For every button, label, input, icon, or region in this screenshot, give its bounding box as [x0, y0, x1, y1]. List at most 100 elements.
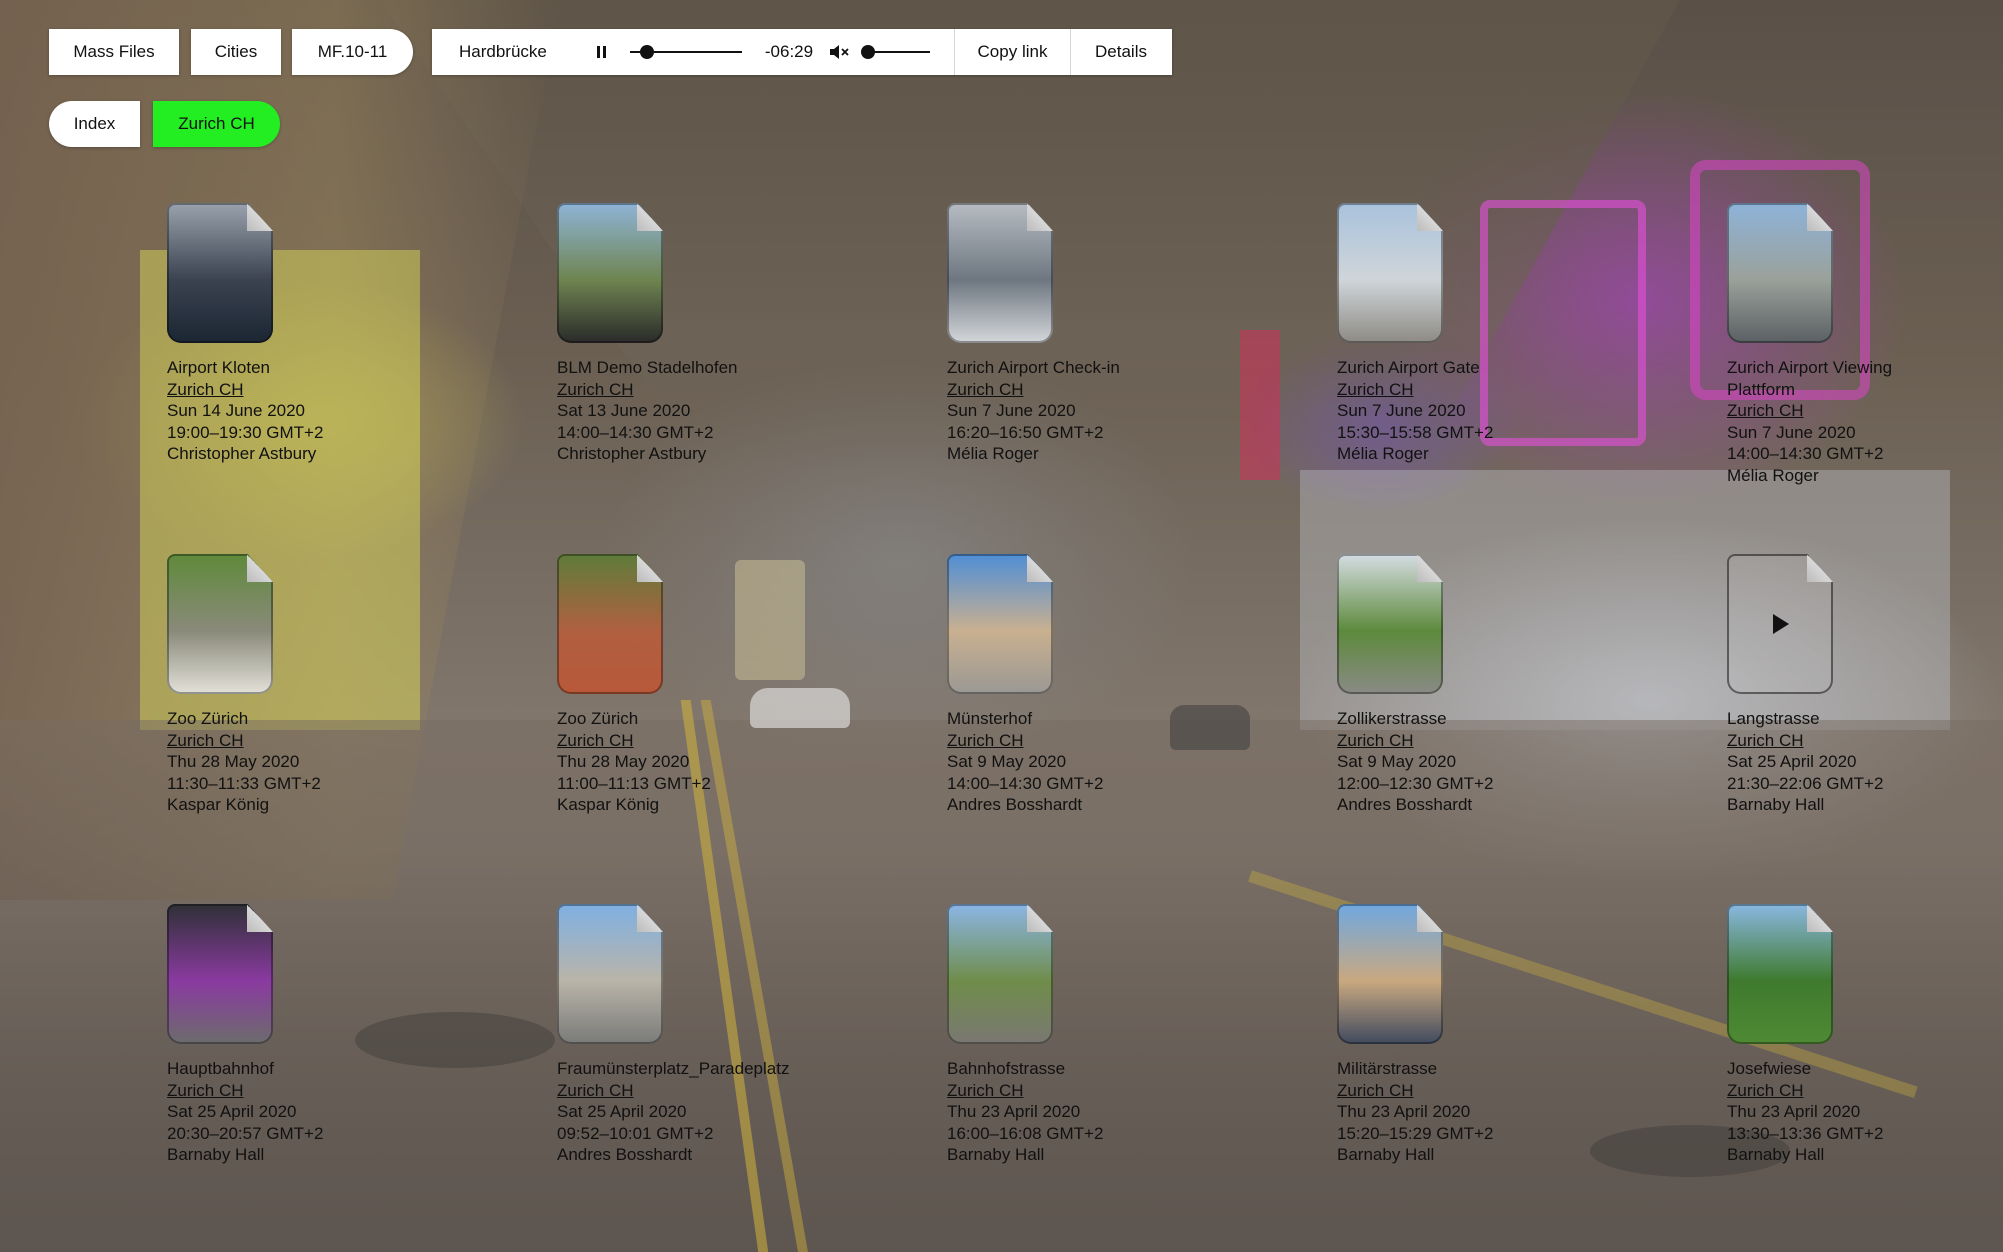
file-thumbnail[interactable] — [1337, 203, 1443, 343]
details-button[interactable]: Details — [1071, 29, 1171, 75]
collection-button[interactable]: MF.10-11 — [292, 29, 413, 75]
file-item[interactable]: Fraumünsterplatz_Paradeplatz Zurich CH Sat… — [557, 904, 857, 1166]
file-item[interactable]: Hauptbahnhof Zurich CH Sat 25 April 2020 20… — [167, 904, 467, 1166]
file-thumbnail[interactable] — [947, 904, 1053, 1044]
file-item[interactable]: Zurich Airport Viewing Plattform Zurich C… — [1727, 203, 2003, 486]
file-date: Sun 7 June 2020 — [947, 401, 1076, 420]
file-date: Thu 23 April 2020 — [1727, 1102, 1861, 1121]
file-item[interactable]: Zoo Zürich Zurich CH Thu 28 May 2020 11:30–… — [167, 554, 467, 816]
file-time: 15:30–15:58 GMT+2 — [1337, 422, 1494, 442]
file-item[interactable]: Münsterhof Zurich CH Sat 9 May 2020 14:00–1… — [947, 554, 1247, 816]
file-place-link[interactable]: Zurich CH — [557, 1080, 857, 1102]
city-filter-label: Zurich CH — [178, 114, 255, 133]
file-author: Barnaby Hall — [1727, 1145, 1825, 1164]
file-author: Christopher Astbury — [167, 444, 317, 463]
seek-handle[interactable] — [639, 45, 654, 59]
file-date: Sun 7 June 2020 — [1727, 422, 1856, 442]
time-remaining: -06:29 — [764, 42, 814, 61]
file-metadata: Münsterhof Zurich CH Sat 9 May 2020 14:00–1… — [947, 708, 1247, 816]
seek-slider[interactable] — [630, 29, 742, 75]
file-item[interactable]: Zoo Zürich Zurich CH Thu 28 May 2020 11:00–… — [557, 554, 857, 816]
file-author: Barnaby Hall — [1727, 795, 1825, 814]
file-metadata: Zurich Airport Viewing Plattform Zurich C… — [1727, 357, 2003, 486]
file-place-link[interactable]: Zurich CH — [1337, 730, 1637, 752]
file-thumbnail[interactable] — [1727, 203, 1833, 343]
file-date: Sat 9 May 2020 — [947, 752, 1067, 771]
file-date: Sat 25 April 2020 — [557, 1102, 687, 1121]
file-place-link[interactable]: Zurich CH — [947, 730, 1247, 752]
file-date: Sun 7 June 2020 — [1337, 401, 1466, 420]
file-time: 21:30–22:06 GMT+2 — [1727, 773, 1884, 793]
file-item[interactable]: Militärstrasse Zurich CH Thu 23 April 2020… — [1337, 904, 1637, 1166]
file-place-link[interactable]: Zurich CH — [1727, 730, 2003, 752]
file-thumbnail[interactable] — [557, 203, 663, 343]
file-thumbnail[interactable] — [1727, 554, 1833, 694]
mute-icon[interactable] — [824, 29, 856, 75]
file-item[interactable]: Zurich Airport Check-in Zurich CH Sun 7 Ju… — [947, 203, 1247, 465]
file-place-link[interactable]: Zurich CH — [1337, 379, 1637, 401]
play-icon[interactable] — [1773, 614, 1789, 634]
file-time: 09:52–10:01 GMT+2 — [557, 1123, 714, 1143]
file-thumbnail[interactable] — [947, 554, 1053, 694]
file-item[interactable]: Langstrasse Zurich CH Sat 25 April 2020 21:… — [1727, 554, 2003, 816]
file-place-link[interactable]: Zurich CH — [167, 379, 467, 401]
city-filter-tag[interactable]: Zurich CH — [153, 101, 280, 147]
file-thumbnail[interactable] — [167, 904, 273, 1044]
file-item[interactable]: Zollikerstrasse Zurich CH Sat 9 May 2020 12… — [1337, 554, 1637, 816]
file-author: Barnaby Hall — [167, 1145, 265, 1164]
pause-icon[interactable] — [584, 29, 618, 75]
volume-slider[interactable] — [861, 29, 930, 75]
index-label: Index — [73, 114, 116, 133]
file-metadata: Bahnhofstrasse Zurich CH Thu 23 April 2020… — [947, 1058, 1247, 1166]
file-place-link[interactable]: Zurich CH — [947, 379, 1247, 401]
file-item[interactable]: BLM Demo Stadelhofen Zurich CH Sat 13 June… — [557, 203, 857, 465]
file-thumbnail[interactable] — [167, 554, 273, 694]
index-button[interactable]: Index — [49, 101, 140, 147]
file-place-link[interactable]: Zurich CH — [1337, 1080, 1637, 1102]
audio-player: Hardbrücke -06:29 Copy link Details — [432, 29, 1172, 75]
file-place-link[interactable]: Zurich CH — [1727, 400, 2003, 422]
file-date: Sun 14 June 2020 — [167, 401, 306, 420]
file-place-link[interactable]: Zurich CH — [947, 1080, 1247, 1102]
file-title: BLM Demo Stadelhofen — [557, 358, 738, 377]
file-place-link[interactable]: Zurich CH — [557, 379, 857, 401]
file-metadata: Fraumünsterplatz_Paradeplatz Zurich CH Sat… — [557, 1058, 857, 1166]
file-time: 19:00–19:30 GMT+2 — [167, 422, 324, 442]
file-date: Sat 9 May 2020 — [1337, 752, 1457, 771]
file-item[interactable]: Airport Kloten Zurich CH Sun 14 June 2020 1… — [167, 203, 467, 465]
copy-link-button[interactable]: Copy link — [955, 29, 1070, 75]
mass-files-button[interactable]: Mass Files — [49, 29, 179, 75]
file-time: 12:00–12:30 GMT+2 — [1337, 773, 1494, 793]
file-time: 20:30–20:57 GMT+2 — [167, 1123, 324, 1143]
file-item[interactable]: Zurich Airport Gate Zurich CH Sun 7 June 2… — [1337, 203, 1637, 465]
file-place-link[interactable]: Zurich CH — [167, 1080, 467, 1102]
file-title: Münsterhof — [947, 709, 1033, 728]
mass-files-label: Mass Files — [73, 42, 155, 61]
file-thumbnail[interactable] — [167, 203, 273, 343]
file-item[interactable]: Bahnhofstrasse Zurich CH Thu 23 April 2020… — [947, 904, 1247, 1166]
file-thumbnail[interactable] — [557, 554, 663, 694]
file-author: Andres Bosshardt — [1337, 795, 1473, 814]
file-title: Fraumünsterplatz_Paradeplatz — [557, 1059, 790, 1078]
volume-track — [868, 51, 930, 53]
file-thumbnail[interactable] — [947, 203, 1053, 343]
file-thumbnail[interactable] — [1727, 904, 1833, 1044]
file-place-link[interactable]: Zurich CH — [1727, 1080, 2003, 1102]
volume-handle[interactable] — [861, 45, 875, 59]
file-thumbnail[interactable] — [1337, 554, 1443, 694]
cities-button[interactable]: Cities — [191, 29, 281, 75]
file-time: 16:20–16:50 GMT+2 — [947, 422, 1104, 442]
file-author: Mélia Roger — [1337, 444, 1429, 463]
file-metadata: Zurich Airport Check-in Zurich CH Sun 7 Ju… — [947, 357, 1247, 465]
file-date: Thu 28 May 2020 — [167, 752, 300, 771]
file-place-link[interactable]: Zurich CH — [557, 730, 857, 752]
file-date: Sat 25 April 2020 — [167, 1102, 297, 1121]
file-date: Thu 23 April 2020 — [947, 1102, 1081, 1121]
file-item[interactable]: Josefwiese Zurich CH Thu 23 April 2020 13:3… — [1727, 904, 2003, 1166]
file-place-link[interactable]: Zurich CH — [167, 730, 467, 752]
file-title: Zurich Airport Gate — [1337, 358, 1480, 377]
file-title: Zurich Airport Check-in — [947, 358, 1120, 377]
file-thumbnail[interactable] — [1337, 904, 1443, 1044]
file-metadata: Zoo Zürich Zurich CH Thu 28 May 2020 11:30–… — [167, 708, 467, 816]
file-thumbnail[interactable] — [557, 904, 663, 1044]
